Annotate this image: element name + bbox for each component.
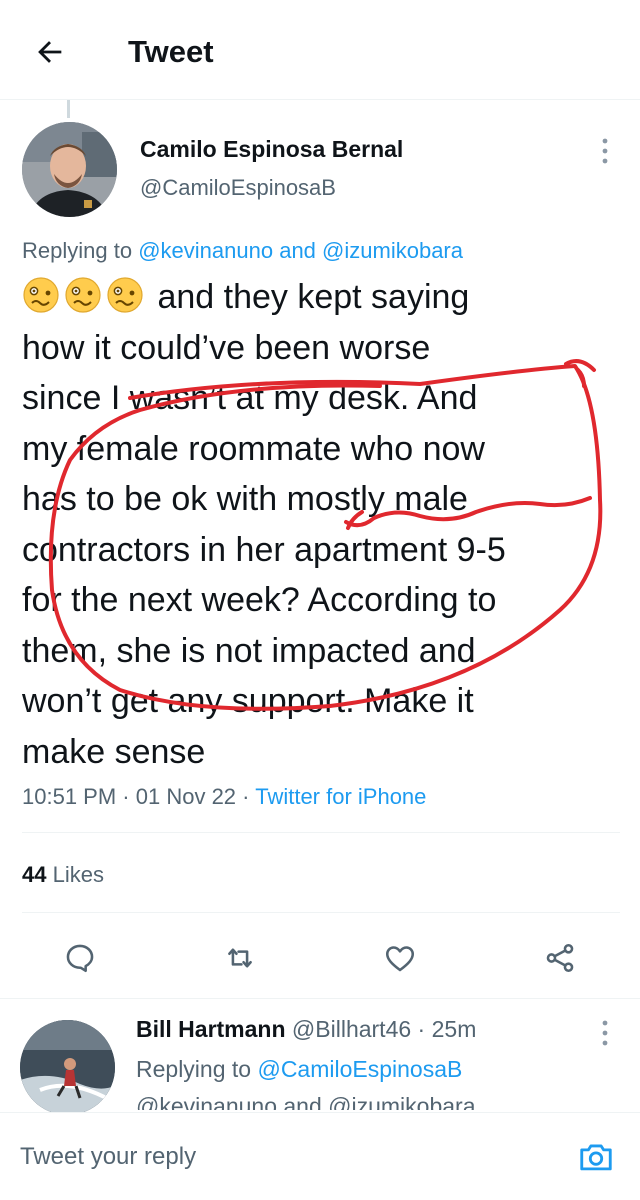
reply-button[interactable] bbox=[58, 936, 102, 980]
reply-time: 25m bbox=[431, 1016, 477, 1042]
camera-button[interactable] bbox=[574, 1135, 618, 1179]
reply-more-options-button[interactable] bbox=[596, 1018, 614, 1048]
mention-link[interactable]: @kevinanuno bbox=[138, 238, 273, 263]
tweet-line: them, she is not impacted and bbox=[22, 631, 476, 670]
woozy-face-icon bbox=[107, 277, 143, 313]
more-vertical-icon bbox=[602, 1020, 608, 1046]
replying-prefix: Replying to bbox=[136, 1056, 252, 1082]
divider bbox=[22, 832, 620, 833]
meta-separator: · bbox=[242, 784, 250, 809]
mention-and[interactable]: and bbox=[279, 238, 316, 263]
divider bbox=[0, 998, 640, 999]
retweet-icon bbox=[228, 948, 252, 968]
meta-separator: · bbox=[122, 784, 130, 809]
camera-icon bbox=[580, 1144, 612, 1171]
retweet-button[interactable] bbox=[218, 936, 262, 980]
more-vertical-icon bbox=[602, 138, 608, 164]
page-title: Tweet bbox=[128, 34, 214, 69]
share-button[interactable] bbox=[538, 936, 582, 980]
author-avatar[interactable] bbox=[22, 122, 117, 217]
likes-label: Likes bbox=[52, 862, 104, 887]
tweet-meta: 10:51 PM · 01 Nov 22 · Twitter for iPhon… bbox=[22, 784, 426, 810]
reply-author-handle[interactable]: @Billhart46 bbox=[292, 1016, 411, 1042]
reply-input[interactable] bbox=[20, 1139, 540, 1175]
tweet-line: since I wasn’t at my desk. And bbox=[22, 379, 478, 417]
reply-author-name[interactable]: Bill Hartmann bbox=[136, 1016, 286, 1042]
share-icon bbox=[546, 943, 574, 973]
reply-composer bbox=[0, 1112, 640, 1200]
tweet-time: 10:51 PM bbox=[22, 784, 117, 809]
tweet-line: and they kept saying bbox=[22, 272, 622, 323]
tweet-line: contractors in her apartment 9-5 bbox=[22, 530, 506, 569]
replying-prefix: Replying to bbox=[22, 238, 133, 263]
back-arrow-icon bbox=[38, 41, 62, 63]
tweet-line: for the next week? According to bbox=[22, 581, 497, 619]
reply-icon bbox=[66, 944, 94, 973]
tweet-line: won’t get any support. Make it bbox=[22, 682, 474, 720]
like-icon bbox=[385, 946, 415, 972]
tweet-date: 01 Nov 22 bbox=[135, 784, 237, 809]
tweet-line: has to be ok with mostly male bbox=[22, 480, 468, 518]
mention-link[interactable]: @CamiloEspinosaB bbox=[257, 1056, 462, 1082]
more-options-button[interactable] bbox=[596, 136, 614, 166]
like-button[interactable] bbox=[378, 936, 422, 980]
replying-to: Replying to @kevinanuno and @izumikobara bbox=[22, 238, 463, 264]
tweet-source-link[interactable]: Twitter for iPhone bbox=[255, 784, 426, 809]
likes-number: 44 bbox=[22, 862, 47, 887]
likes-count[interactable]: 44 Likes bbox=[22, 862, 104, 888]
tweet-line: make sense bbox=[22, 732, 206, 771]
reply-separator: · bbox=[417, 1016, 426, 1042]
tweet-text: and they kept saying how it could’ve bee… bbox=[22, 272, 622, 777]
tweet-line: how it could’ve been worse bbox=[22, 328, 431, 367]
thread-connector bbox=[67, 100, 70, 118]
reply-mentions-clip: @kevinanuno and @izumikobara bbox=[0, 1088, 640, 1110]
mention-link[interactable]: @izumikobara bbox=[322, 238, 463, 263]
top-bar: Tweet bbox=[0, 0, 640, 100]
woozy-face-icon bbox=[23, 277, 59, 313]
reply-header: Bill Hartmann @Billhart46 · 25m bbox=[136, 1016, 476, 1043]
divider bbox=[22, 912, 620, 913]
woozy-face-icon bbox=[65, 277, 101, 313]
author-name[interactable]: Camilo Espinosa Bernal bbox=[140, 136, 403, 163]
home-indicator-area bbox=[0, 1188, 640, 1200]
avatar-image bbox=[22, 122, 117, 217]
reply-replying-to: Replying to @CamiloEspinosaB bbox=[136, 1056, 462, 1083]
tweet-line: my female roommate who now bbox=[22, 429, 485, 468]
mention-link[interactable]: @kevinanuno and @izumikobara bbox=[136, 1093, 476, 1110]
tweet-line-text: and they kept saying bbox=[157, 278, 470, 316]
author-handle[interactable]: @CamiloEspinosaB bbox=[140, 175, 336, 201]
back-button[interactable] bbox=[28, 30, 72, 74]
